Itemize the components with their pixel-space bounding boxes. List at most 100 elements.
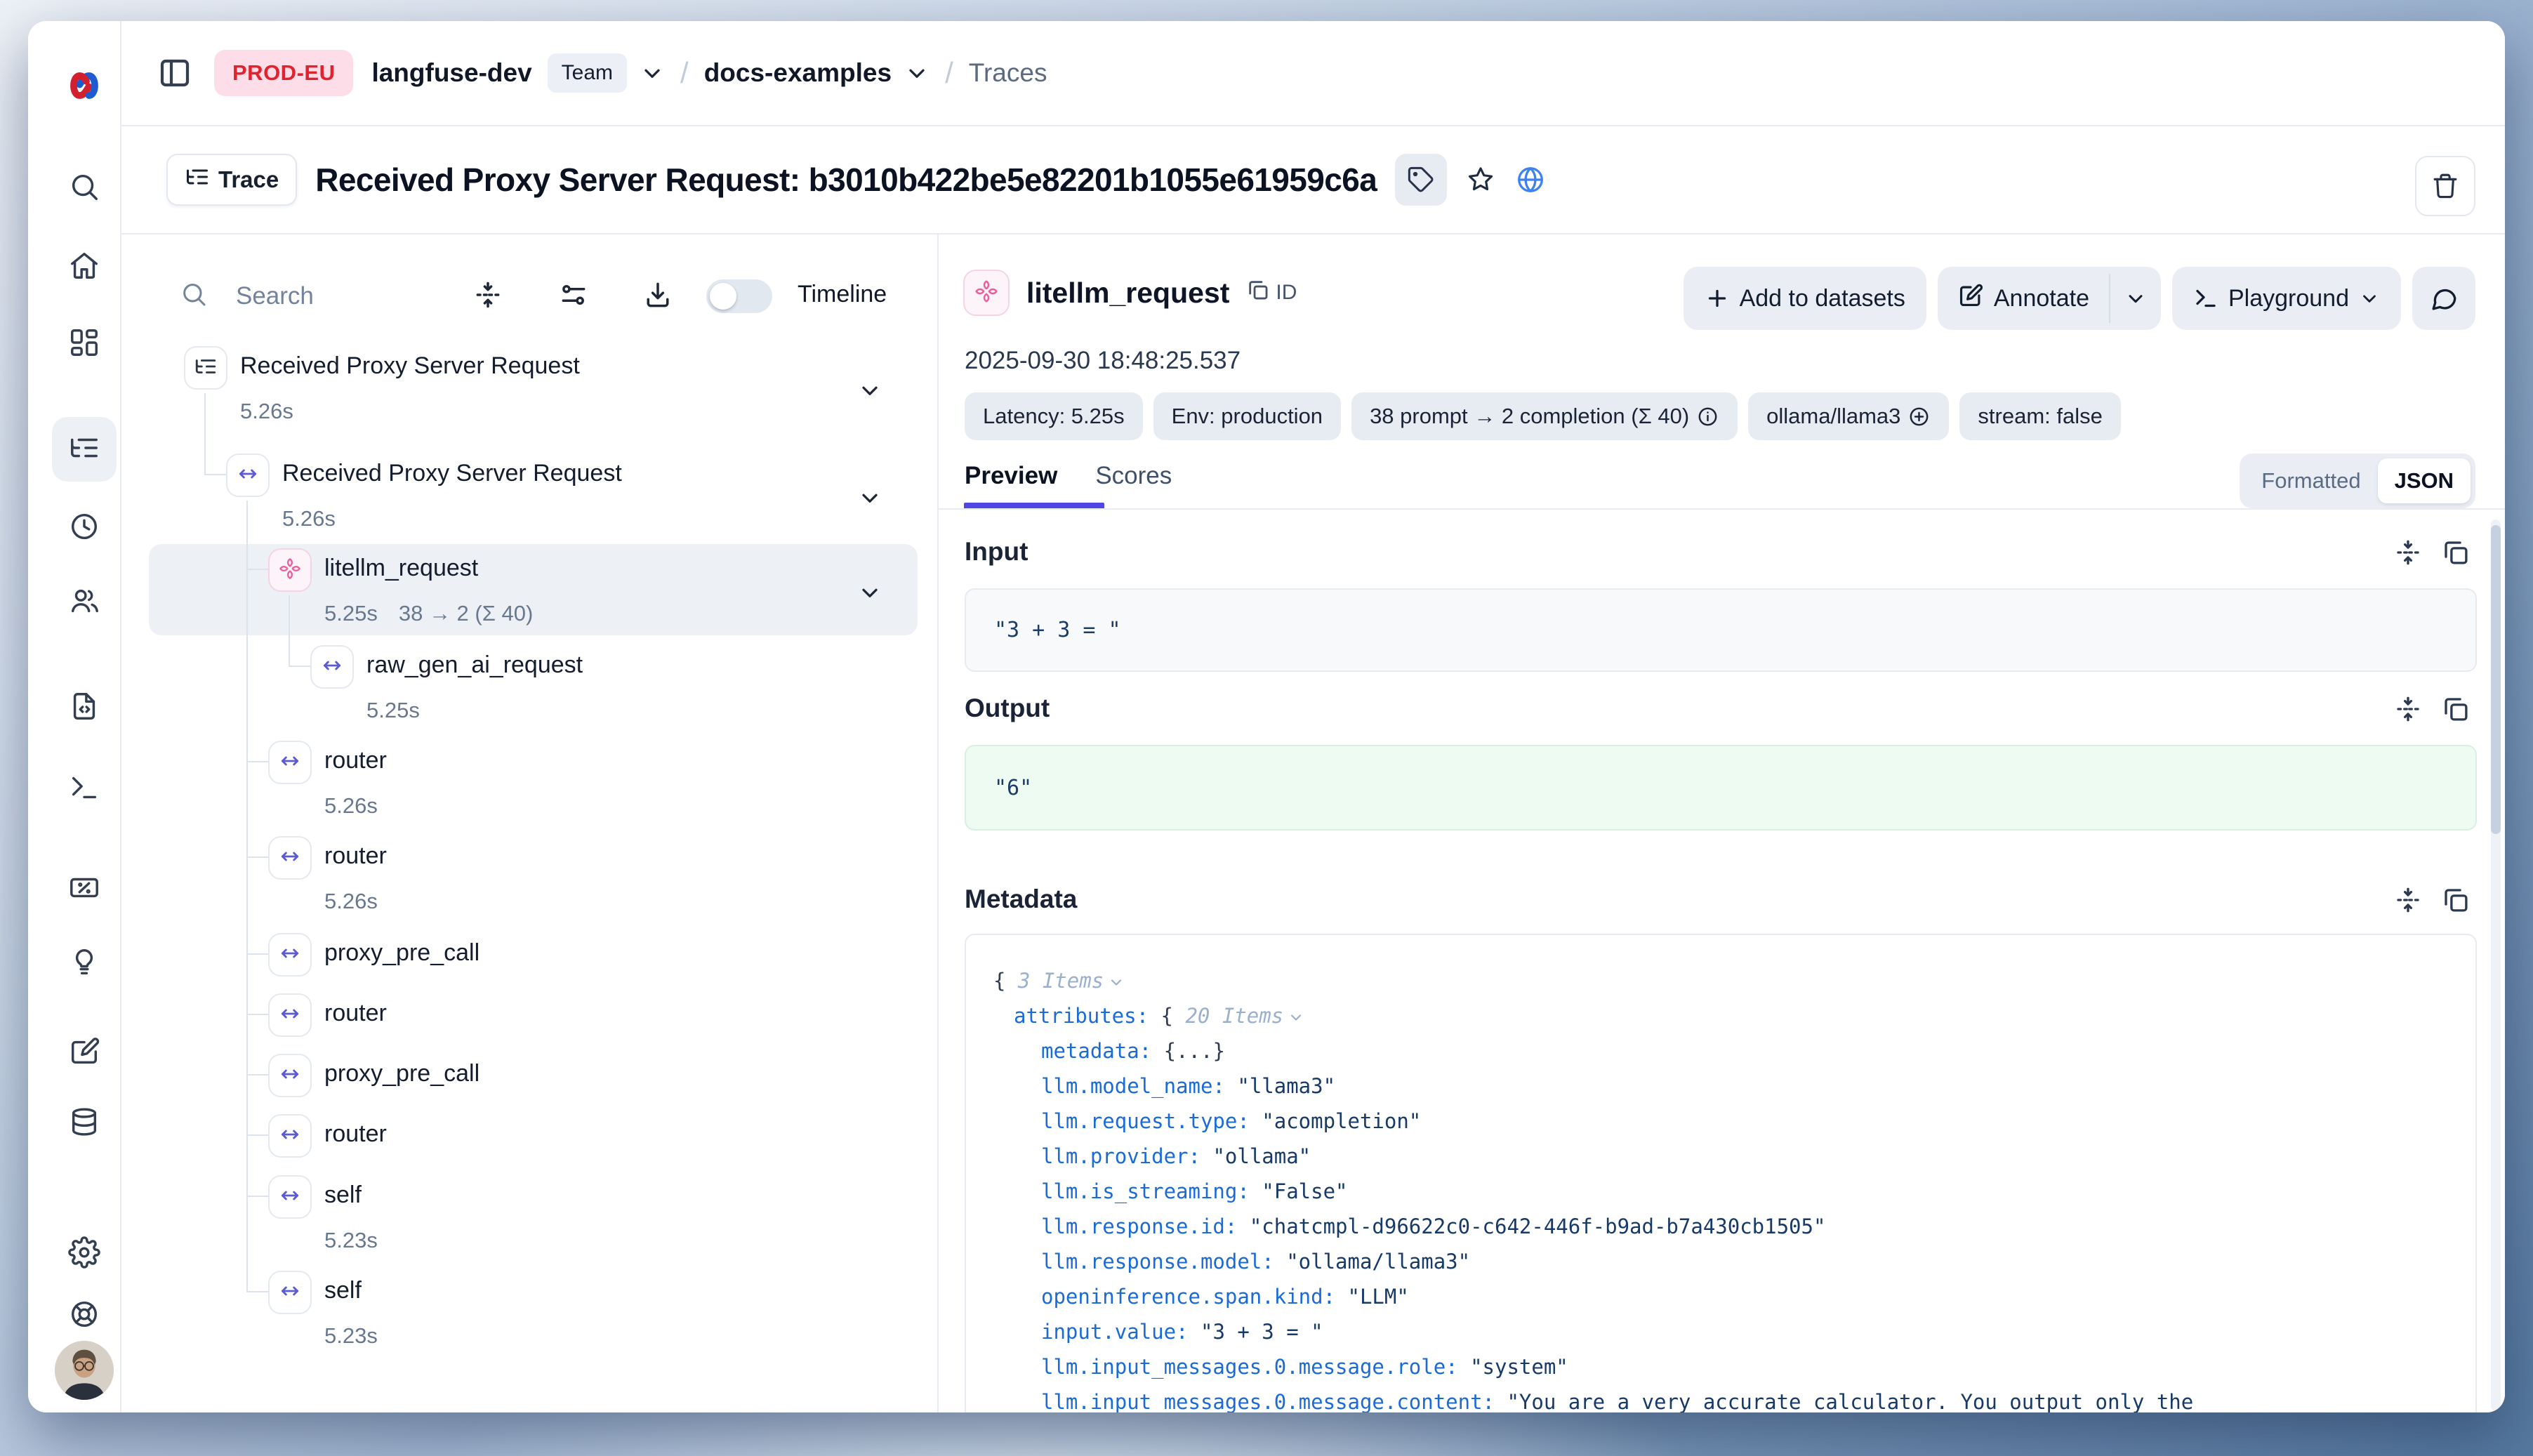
timeline-toggle[interactable] [706,279,772,313]
user-avatar[interactable] [55,1341,114,1400]
json-collapse-chevron-icon[interactable] [1288,1001,1304,1036]
sidebar-item-settings[interactable] [61,1231,107,1277]
generation-icon [963,270,1010,316]
format-option-json[interactable]: JSON [2378,458,2471,503]
copy-icon[interactable] [2441,885,2471,918]
sidebar-item-dashboard[interactable] [61,321,107,367]
sidebar-toggle-icon[interactable] [158,56,192,90]
json-key: llm.response.id: [1041,1215,1250,1238]
left-icon-rail [28,21,121,1412]
sidebar-item-support[interactable] [61,1292,107,1339]
org-chevron-down-icon[interactable] [640,60,665,86]
collapse-all-button[interactable] [472,279,503,314]
tree-row-label[interactable]: router [324,842,387,870]
tree-row-label[interactable]: self [324,1182,362,1209]
search-input[interactable]: Search [236,282,314,310]
terminal-icon [2193,286,2218,311]
annotate-button[interactable]: Annotate [1938,267,2109,330]
tree-row-metrics: 5.23s [324,1228,378,1253]
copy-icon [1246,278,1270,307]
organization-name[interactable]: langfuse-dev [371,58,531,88]
tree-row-label[interactable]: Received Proxy Server Request [240,352,580,380]
delete-trace-button[interactable] [2415,156,2475,216]
input-section-tools [2393,538,2471,571]
playground-button[interactable]: Playground [2172,267,2401,330]
tree-row-label[interactable]: raw_gen_ai_request [366,651,583,679]
sidebar-item-users[interactable] [61,579,107,626]
datasets-icon [68,1106,100,1141]
sidebar-item-evaluators[interactable] [61,866,107,912]
sidebar-item-prompts[interactable] [61,684,107,731]
tree-connector-line [246,856,270,858]
observation-badge[interactable]: ollama/llama3 [1748,392,1949,440]
tree-connector-line [246,1074,270,1076]
project-name[interactable]: docs-examples [704,58,892,88]
json-collapse-chevron-icon[interactable] [1108,966,1125,1001]
metadata-json-viewer[interactable]: { 3 Itemsattributes: { 20 Itemsmetadata:… [965,934,2477,1412]
sidebar-item-judge[interactable] [61,940,107,986]
collapse-vertical-icon[interactable] [2393,694,2423,727]
tree-connector-line [246,1014,270,1015]
observation-badge[interactable]: Env: production [1153,392,1341,440]
detail-scrollbar-thumb[interactable] [2491,525,2501,834]
langfuse-logo-icon[interactable] [63,65,105,107]
tree-row-label[interactable]: self [324,1277,362,1304]
add-to-datasets-button[interactable]: Add to datasets [1684,267,1926,330]
json-value: "llama3" [1237,1074,1335,1098]
home-icon [68,249,100,285]
tab-scores[interactable]: Scores [1095,462,1172,490]
tree-row-label[interactable]: Received Proxy Server Request [282,460,622,487]
comments-button[interactable] [2412,267,2475,330]
input-value-box[interactable]: "3 + 3 = " [965,588,2477,672]
copy-id-button[interactable]: ID [1246,278,1297,307]
selected-row-highlight [149,544,918,635]
sidebar-item-tracing[interactable] [52,417,117,482]
span-arrows-icon [268,836,312,880]
tree-row-label[interactable]: router [324,1000,387,1027]
observation-badge[interactable]: 38 prompt → 2 completion (Σ 40) [1351,392,1738,440]
format-option-formatted[interactable]: Formatted [2244,468,2377,494]
chevron-down-icon [2359,288,2380,309]
tag-button[interactable] [1395,154,1447,206]
tree-row-metrics: 5.25s38 → 2 (Σ 40) [324,601,533,626]
collapse-vertical-icon[interactable] [2393,538,2423,571]
sidebar-item-home[interactable] [61,244,107,290]
output-value-box[interactable]: "6" [965,745,2477,830]
tree-row-label[interactable]: litellm_request [324,555,478,582]
row-chevron-down-icon[interactable] [857,485,882,514]
observation-badge[interactable]: stream: false [1959,392,2120,440]
tree-row-label[interactable]: router [324,1120,387,1148]
annotate-dropdown-button[interactable] [2110,267,2161,330]
sidebar-item-sessions[interactable] [61,505,107,551]
download-button[interactable] [642,279,673,314]
copy-icon[interactable] [2441,694,2471,727]
json-count: 3 Items [1018,969,1104,993]
observation-badge[interactable]: Latency: 5.25s [965,392,1143,440]
tree-row-label[interactable]: router [324,747,387,774]
tree-row-label[interactable]: proxy_pre_call [324,1060,480,1087]
public-globe-button[interactable] [1514,164,1547,196]
sidebar-item-datasets[interactable] [61,1100,107,1146]
tree-row-metrics: 5.25s [366,698,420,723]
breadcrumb-section[interactable]: Traces [969,58,1047,88]
sidebar-item-playground[interactable] [61,766,107,812]
span-arrows-icon [268,1114,312,1158]
sidebar-item-annotation[interactable] [61,1030,107,1076]
collapse-vertical-icon[interactable] [2393,885,2423,918]
copy-icon[interactable] [2441,538,2471,571]
tracing-icon [68,432,100,468]
json-value: "You are a very accurate calculator. You… [1507,1390,2193,1412]
json-key: llm.input_messages.0.message.role: [1041,1355,1470,1379]
star-bookmark-button[interactable] [1465,164,1496,195]
tree-settings-button[interactable] [558,279,589,314]
sidebar-item-search[interactable] [61,165,107,211]
project-chevron-down-icon[interactable] [904,60,930,86]
environment-badge[interactable]: PROD-EU [214,50,353,96]
tree-row-label[interactable]: proxy_pre_call [324,939,480,967]
json-line: llm.model_name: "llama3" [966,1068,2475,1104]
row-chevron-down-icon[interactable] [857,378,882,406]
tab-preview[interactable]: Preview [965,462,1057,490]
row-chevron-down-icon[interactable] [857,580,882,609]
tree-connector-line [246,1134,270,1136]
json-key: openinference.span.kind: [1041,1285,1348,1309]
